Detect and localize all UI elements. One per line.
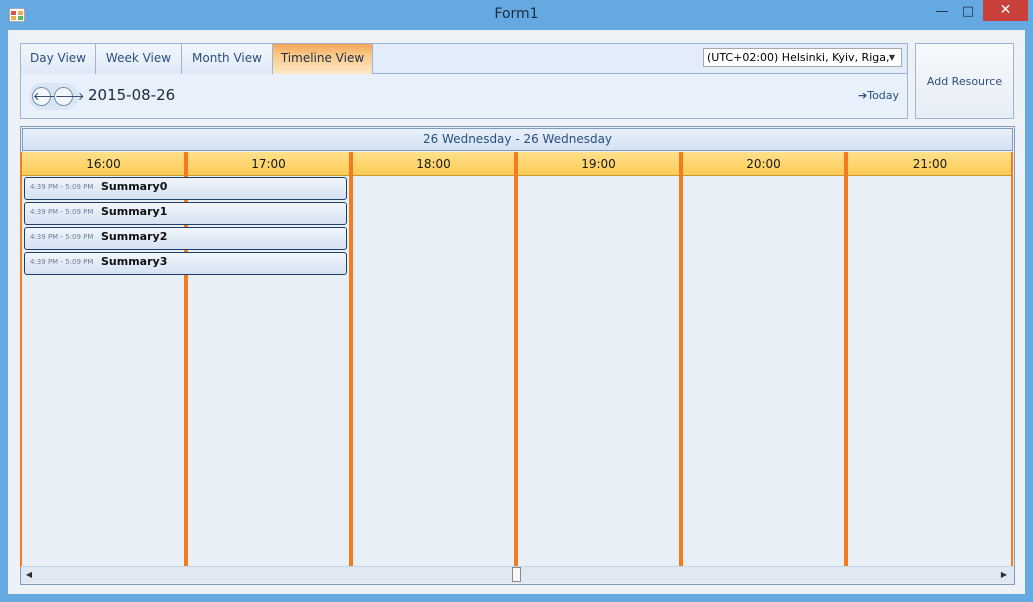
day-header: 26 Wednesday - 26 Wednesday [22,128,1013,151]
timezone-select[interactable]: (UTC+02:00) Helsinki, Kyiv, Riga, [703,48,902,67]
scroll-left-icon[interactable]: ◀ [21,567,37,582]
appointment-summary: Summary0 [101,180,168,193]
appointment[interactable]: 4:39 PM - 5:09 PM Summary2 [24,227,347,250]
close-button[interactable]: ✕ [983,0,1028,21]
appointment[interactable]: 4:39 PM - 5:09 PM Summary1 [24,202,347,225]
maximize-button[interactable]: □ [956,1,980,23]
window-title: Form1 [494,6,539,22]
hour-divider [349,152,353,567]
add-resource-button[interactable]: Add Resource [915,43,1014,119]
scrollbar-thumb[interactable] [512,567,521,582]
today-label: Today [867,89,900,102]
tab-timeline-view[interactable]: Timeline View [273,44,373,74]
hour-header-17: 17:00 [187,152,350,176]
tab-month-view[interactable]: Month View [182,44,273,74]
hour-divider [20,152,22,567]
today-button[interactable]: ➔Today [858,89,899,102]
hour-divider [679,152,683,567]
appointment-summary: Summary3 [101,255,168,268]
appointment-summary: Summary2 [101,230,168,243]
tab-day-view[interactable]: Day View [21,44,96,74]
scroll-right-icon[interactable]: ▶ [996,567,1012,582]
hour-divider [514,152,518,567]
current-date: 2015-08-26 [88,86,176,104]
hour-header-20: 20:00 [682,152,845,176]
hour-header-16: 16:00 [22,152,185,176]
next-arrow-icon[interactable]: 🡒 [54,87,85,106]
hour-divider [1011,152,1013,567]
tab-week-view[interactable]: Week View [96,44,182,74]
chevron-down-icon[interactable]: ▼ [884,50,900,65]
appointment-time: 4:39 PM - 5:09 PM [30,233,94,241]
appointment[interactable]: 4:39 PM - 5:09 PM Summary3 [24,252,347,275]
arrow-right-icon: ➔ [858,89,868,102]
appointment[interactable]: 4:39 PM - 5:09 PM Summary0 [24,177,347,200]
appointment-time: 4:39 PM - 5:09 PM [30,208,94,216]
hour-header-18: 18:00 [352,152,515,176]
minimize-button[interactable]: — [930,1,954,23]
prev-arrow-icon[interactable]: 🡐 [32,87,63,106]
hour-divider [844,152,848,567]
hour-header-19: 19:00 [517,152,680,176]
appointment-time: 4:39 PM - 5:09 PM [30,258,94,266]
appointment-summary: Summary1 [101,205,168,218]
hour-header-21: 21:00 [847,152,1013,176]
appointment-time: 4:39 PM - 5:09 PM [30,183,94,191]
